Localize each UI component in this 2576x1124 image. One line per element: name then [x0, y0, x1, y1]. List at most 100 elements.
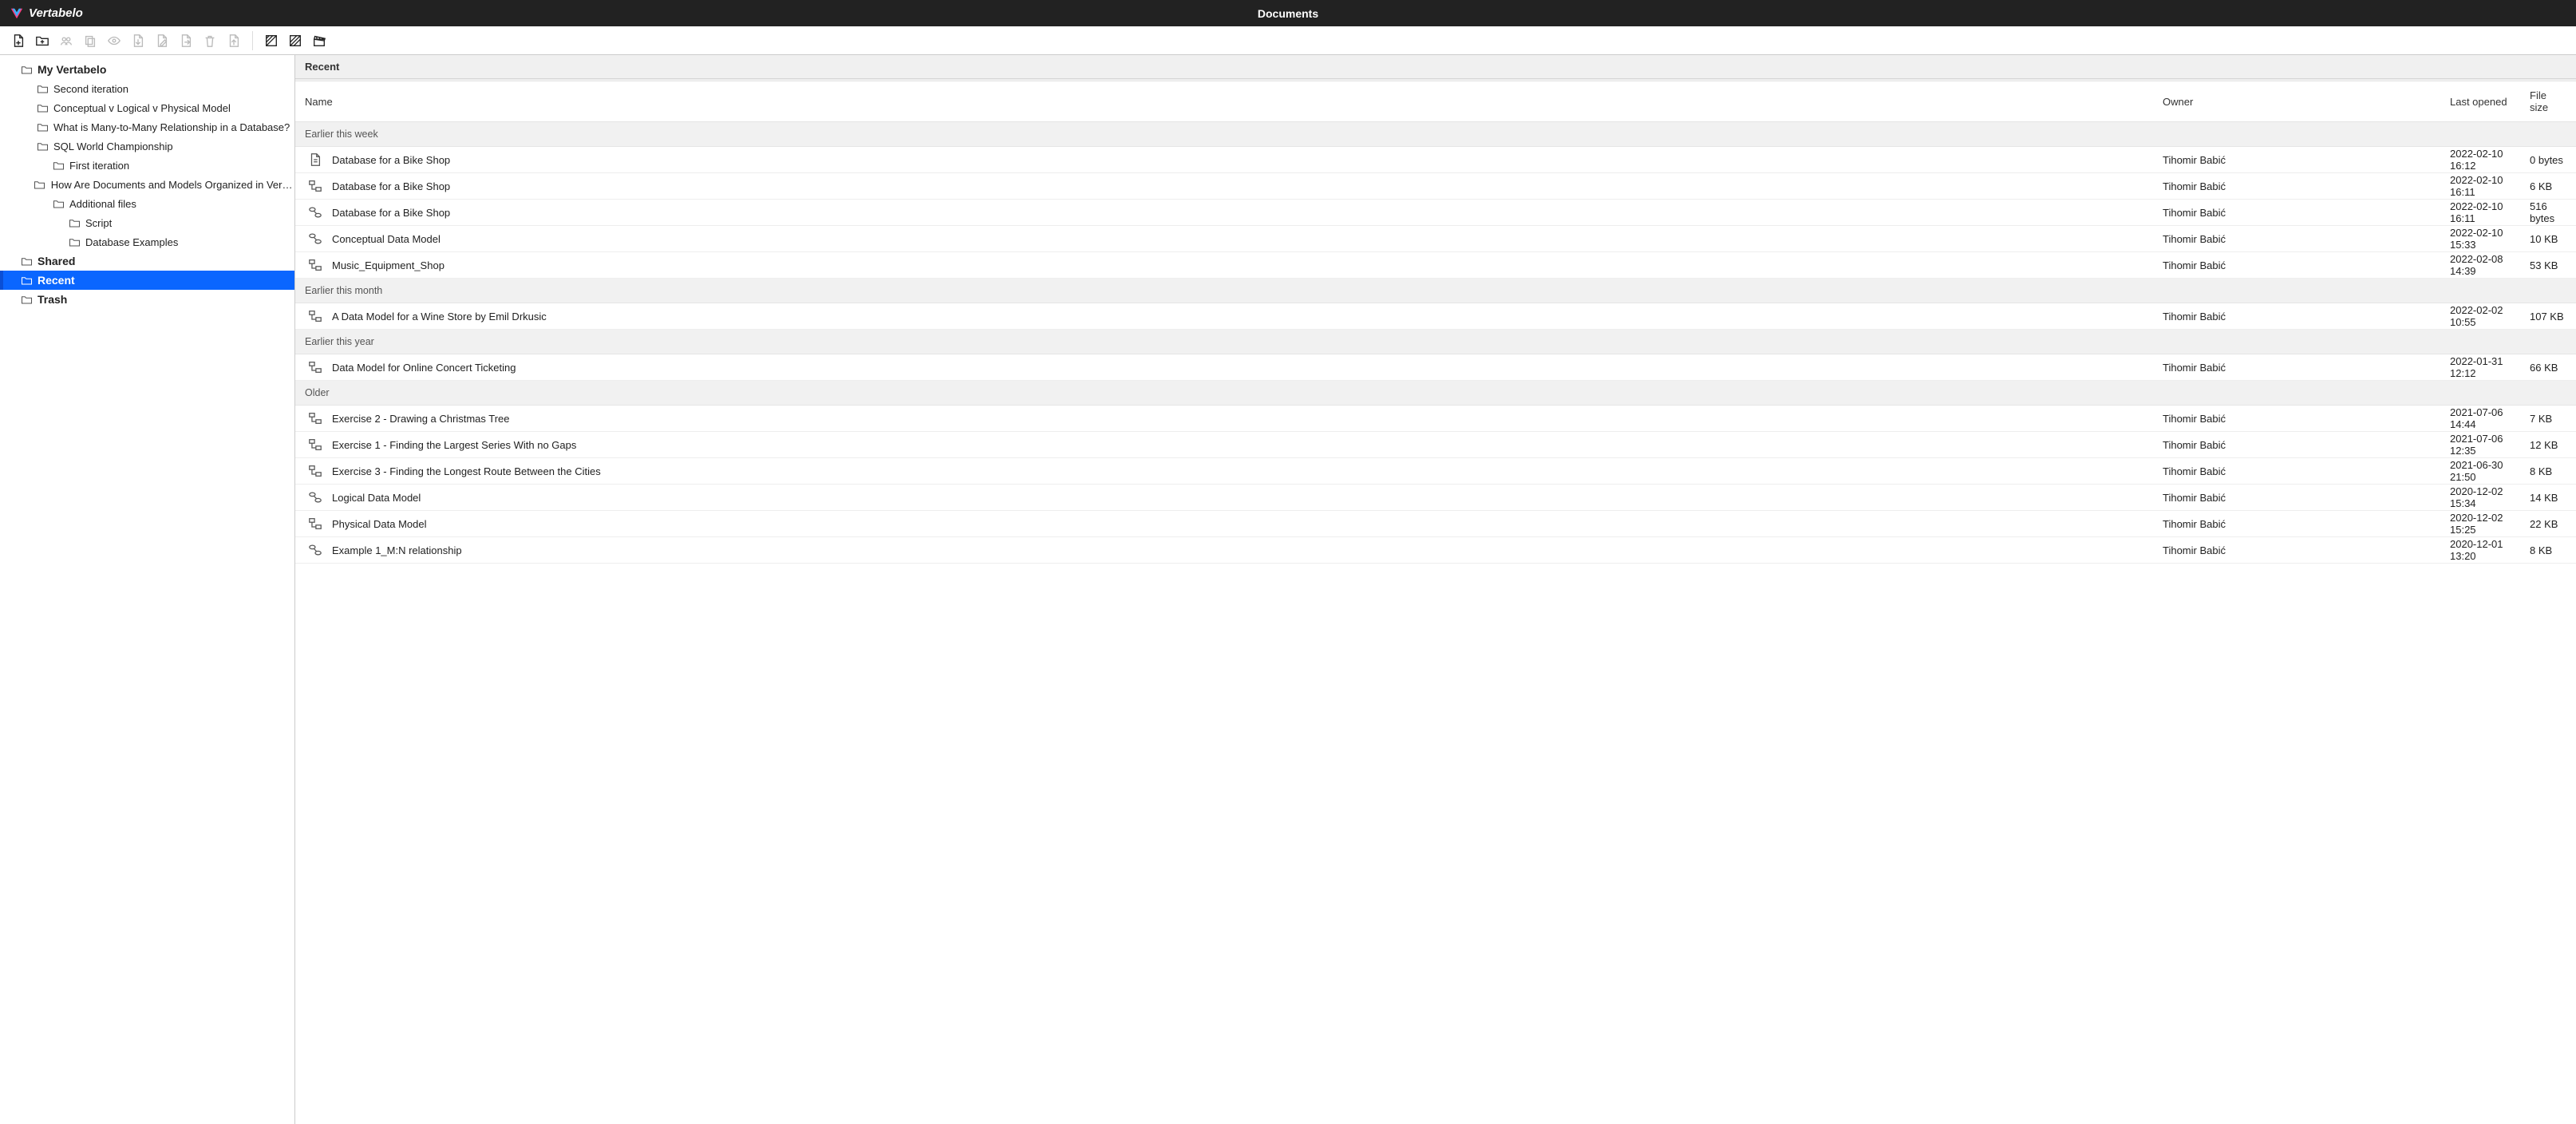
doc-size: 12 KB — [2520, 432, 2576, 458]
table-row[interactable]: Database for a Bike ShopTihomir Babić202… — [295, 147, 2576, 173]
table-row[interactable]: Exercise 1 - Finding the Largest Series … — [295, 432, 2576, 458]
folder-icon — [36, 101, 49, 114]
doc-opened: 2020-12-02 15:25 — [2440, 511, 2520, 537]
content-header: Recent — [295, 55, 2576, 79]
tree-node[interactable]: Shared — [0, 251, 294, 271]
physical-model-icon — [308, 516, 322, 531]
doc-opened: 2022-02-10 16:11 — [2440, 200, 2520, 226]
folder-icon — [36, 82, 49, 95]
doc-opened: 2022-02-08 14:39 — [2440, 252, 2520, 279]
doc-name: Exercise 1 - Finding the Largest Series … — [332, 439, 576, 451]
logical-model-icon — [308, 543, 322, 557]
view-logical-button[interactable] — [261, 30, 282, 51]
tree-node[interactable]: Recent — [0, 271, 294, 290]
logical-model-icon — [308, 232, 322, 246]
brand[interactable]: Vertabelo — [10, 6, 83, 21]
doc-owner: Tihomir Babić — [2153, 200, 2440, 226]
folder-icon — [36, 121, 49, 133]
group-header: Older — [295, 381, 2576, 406]
col-name[interactable]: Name — [295, 81, 2153, 122]
rename-button — [152, 30, 172, 51]
new-document-button[interactable] — [8, 30, 29, 51]
tree-label: My Vertabelo — [38, 63, 106, 76]
doc-owner: Tihomir Babić — [2153, 226, 2440, 252]
tree-node[interactable]: How Are Documents and Models Organized i… — [0, 175, 294, 194]
table-row[interactable]: Logical Data ModelTihomir Babić2020-12-0… — [295, 485, 2576, 511]
doc-name: Data Model for Online Concert Ticketing — [332, 362, 516, 374]
doc-size: 107 KB — [2520, 303, 2576, 330]
tree-node[interactable]: Script — [0, 213, 294, 232]
table-row[interactable]: Database for a Bike Shop Tihomir Babić202… — [295, 200, 2576, 226]
view-movie-button[interactable] — [309, 30, 330, 51]
tree-node[interactable]: Second iteration — [0, 79, 294, 98]
doc-owner: Tihomir Babić — [2153, 147, 2440, 173]
doc-owner: Tihomir Babić — [2153, 458, 2440, 485]
physical-model-icon — [308, 464, 322, 478]
doc-size: 8 KB — [2520, 458, 2576, 485]
group-header: Earlier this year — [295, 330, 2576, 354]
col-owner[interactable]: Owner — [2153, 81, 2440, 122]
tree-label: SQL World Championship — [53, 140, 173, 152]
physical-model-icon — [308, 360, 322, 374]
col-size[interactable]: File size — [2520, 81, 2576, 122]
doc-owner: Tihomir Babić — [2153, 432, 2440, 458]
table-row[interactable]: Data Model for Online Concert TicketingT… — [295, 354, 2576, 381]
preview-button — [104, 30, 124, 51]
physical-model-icon — [308, 309, 322, 323]
folder-icon — [52, 197, 65, 210]
folder-icon — [36, 140, 49, 152]
tree-node[interactable]: SQL World Championship — [0, 137, 294, 156]
table-row[interactable]: Music_Equipment_ShopTihomir Babić2022-02… — [295, 252, 2576, 279]
tree-label: Shared — [38, 255, 75, 267]
document-table-wrap[interactable]: Name Owner Last opened File size Earlier… — [295, 81, 2576, 1124]
physical-model-icon — [308, 258, 322, 272]
tree-label: Recent — [38, 274, 75, 287]
tree-node[interactable]: My Vertabelo — [0, 60, 294, 79]
brand-logo-icon — [10, 6, 24, 21]
doc-name: Exercise 2 - Drawing a Christmas Tree — [332, 413, 510, 425]
physical-model-icon — [308, 179, 322, 193]
table-row[interactable]: Database for a Bike ShopTihomir Babić202… — [295, 173, 2576, 200]
doc-opened: 2022-01-31 12:12 — [2440, 354, 2520, 381]
tree-node[interactable]: Conceptual v Logical v Physical Model — [0, 98, 294, 117]
tree-node[interactable]: Trash — [0, 290, 294, 309]
physical-model-icon — [308, 437, 322, 452]
doc-owner: Tihomir Babić — [2153, 511, 2440, 537]
table-row[interactable]: Exercise 2 - Drawing a Christmas TreeTih… — [295, 406, 2576, 432]
doc-owner: Tihomir Babić — [2153, 485, 2440, 511]
tree-node[interactable]: What is Many-to-Many Relationship in a D… — [0, 117, 294, 137]
export-button — [128, 30, 148, 51]
doc-size: 6 KB — [2520, 173, 2576, 200]
view-physical-button[interactable] — [285, 30, 306, 51]
doc-opened: 2022-02-10 15:33 — [2440, 226, 2520, 252]
doc-name: Exercise 3 - Finding the Longest Route B… — [332, 465, 601, 477]
col-opened[interactable]: Last opened — [2440, 81, 2520, 122]
logical-model-icon — [308, 490, 322, 505]
tree-node[interactable]: Database Examples — [0, 232, 294, 251]
doc-owner: Tihomir Babić — [2153, 303, 2440, 330]
doc-name: Physical Data Model — [332, 518, 427, 530]
table-row[interactable]: A Data Model for a Wine Store by Emil Dr… — [295, 303, 2576, 330]
folder-icon — [68, 216, 81, 229]
doc-opened: 2022-02-10 16:11 — [2440, 173, 2520, 200]
doc-opened: 2020-12-01 13:20 — [2440, 537, 2520, 564]
doc-owner: Tihomir Babić — [2153, 537, 2440, 564]
content-pane: Recent Name Owner Last opened File size … — [295, 55, 2576, 1124]
table-row[interactable]: Exercise 3 - Finding the Longest Route B… — [295, 458, 2576, 485]
tree-label: Additional files — [69, 198, 136, 210]
table-row[interactable]: Example 1_M:N relationshipTihomir Babić2… — [295, 537, 2576, 564]
folder-icon — [52, 159, 65, 172]
doc-name: Logical Data Model — [332, 492, 421, 504]
tree-label: First iteration — [69, 160, 129, 172]
tree-node[interactable]: First iteration — [0, 156, 294, 175]
doc-size: 10 KB — [2520, 226, 2576, 252]
delete-button — [200, 30, 220, 51]
doc-owner: Tihomir Babić — [2153, 252, 2440, 279]
doc-name: Database for a Bike Shop — [332, 207, 450, 219]
tree-node[interactable]: Additional files — [0, 194, 294, 213]
doc-opened: 2022-02-02 10:55 — [2440, 303, 2520, 330]
new-folder-button[interactable] — [32, 30, 53, 51]
doc-name: A Data Model for a Wine Store by Emil Dr… — [332, 311, 547, 323]
table-row[interactable]: Conceptual Data ModelTihomir Babić2022-0… — [295, 226, 2576, 252]
table-row[interactable]: Physical Data Model Tihomir Babić2020-12-… — [295, 511, 2576, 537]
